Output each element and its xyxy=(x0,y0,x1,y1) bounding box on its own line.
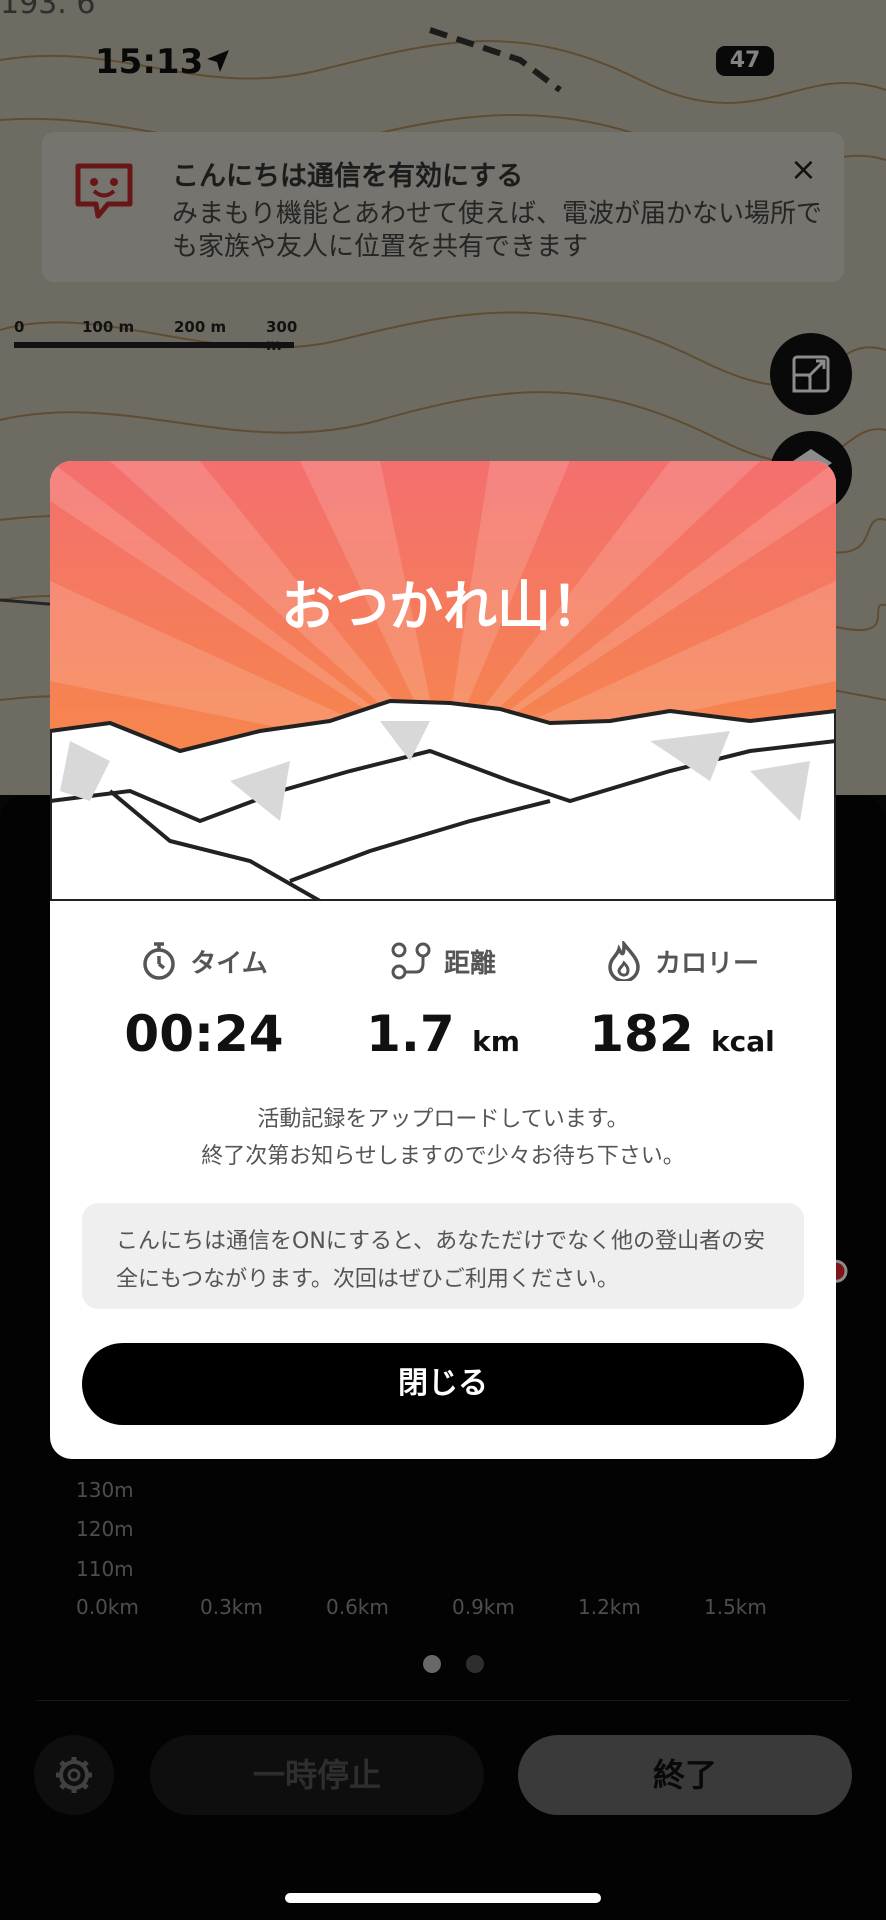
route-icon xyxy=(391,942,431,980)
upload-message: 活動記録をアップロードしています。 終了次第お知らせしますので少々お待ち下さい。 xyxy=(50,1101,836,1175)
stopwatch-icon xyxy=(143,942,175,980)
stat-label-row: タイム xyxy=(84,941,324,981)
stat-label: カロリー xyxy=(654,948,759,979)
stat-time: タイム 00:24 xyxy=(84,941,324,1063)
stat-label-row: 距離 xyxy=(323,941,563,981)
stat-value: 1.7 km xyxy=(323,1005,563,1063)
time-value: 00:24 xyxy=(124,1005,284,1063)
flame-icon xyxy=(608,941,640,981)
upload-line-1: 活動記録をアップロードしています。 xyxy=(257,1107,629,1132)
calorie-value: 182 xyxy=(589,1005,694,1063)
stat-value: 182 kcal xyxy=(562,1005,802,1063)
calorie-unit: kcal xyxy=(711,1025,775,1058)
mountain-illustration: おつかれ山！ xyxy=(50,461,836,901)
info-box: こんにちは通信をONにすると、あなただけでなく他の登山者の安全にもつながります。… xyxy=(82,1203,804,1309)
stat-value: 00:24 xyxy=(84,1005,324,1063)
home-indicator[interactable] xyxy=(285,1893,601,1903)
stat-calories: カロリー 182 kcal xyxy=(562,941,802,1063)
info-text: こんにちは通信をONにすると、あなただけでなく他の登山者の安全にもつながります。… xyxy=(116,1229,766,1292)
distance-unit: km xyxy=(472,1025,520,1058)
stat-distance: 距離 1.7 km xyxy=(323,941,563,1063)
stat-label: 距離 xyxy=(443,948,496,979)
completion-modal: おつかれ山！ タイム 00:24 距離 1.7 km カロリー 182 kcal… xyxy=(50,461,836,1459)
stat-label: タイム xyxy=(190,948,268,979)
upload-line-2: 終了次第お知らせしますので少々お待ち下さい。 xyxy=(201,1144,685,1169)
modal-title: おつかれ山！ xyxy=(281,575,605,638)
stat-label-row: カロリー xyxy=(562,941,802,981)
distance-value: 1.7 xyxy=(366,1005,455,1063)
close-button[interactable]: 閉じる xyxy=(82,1343,804,1425)
